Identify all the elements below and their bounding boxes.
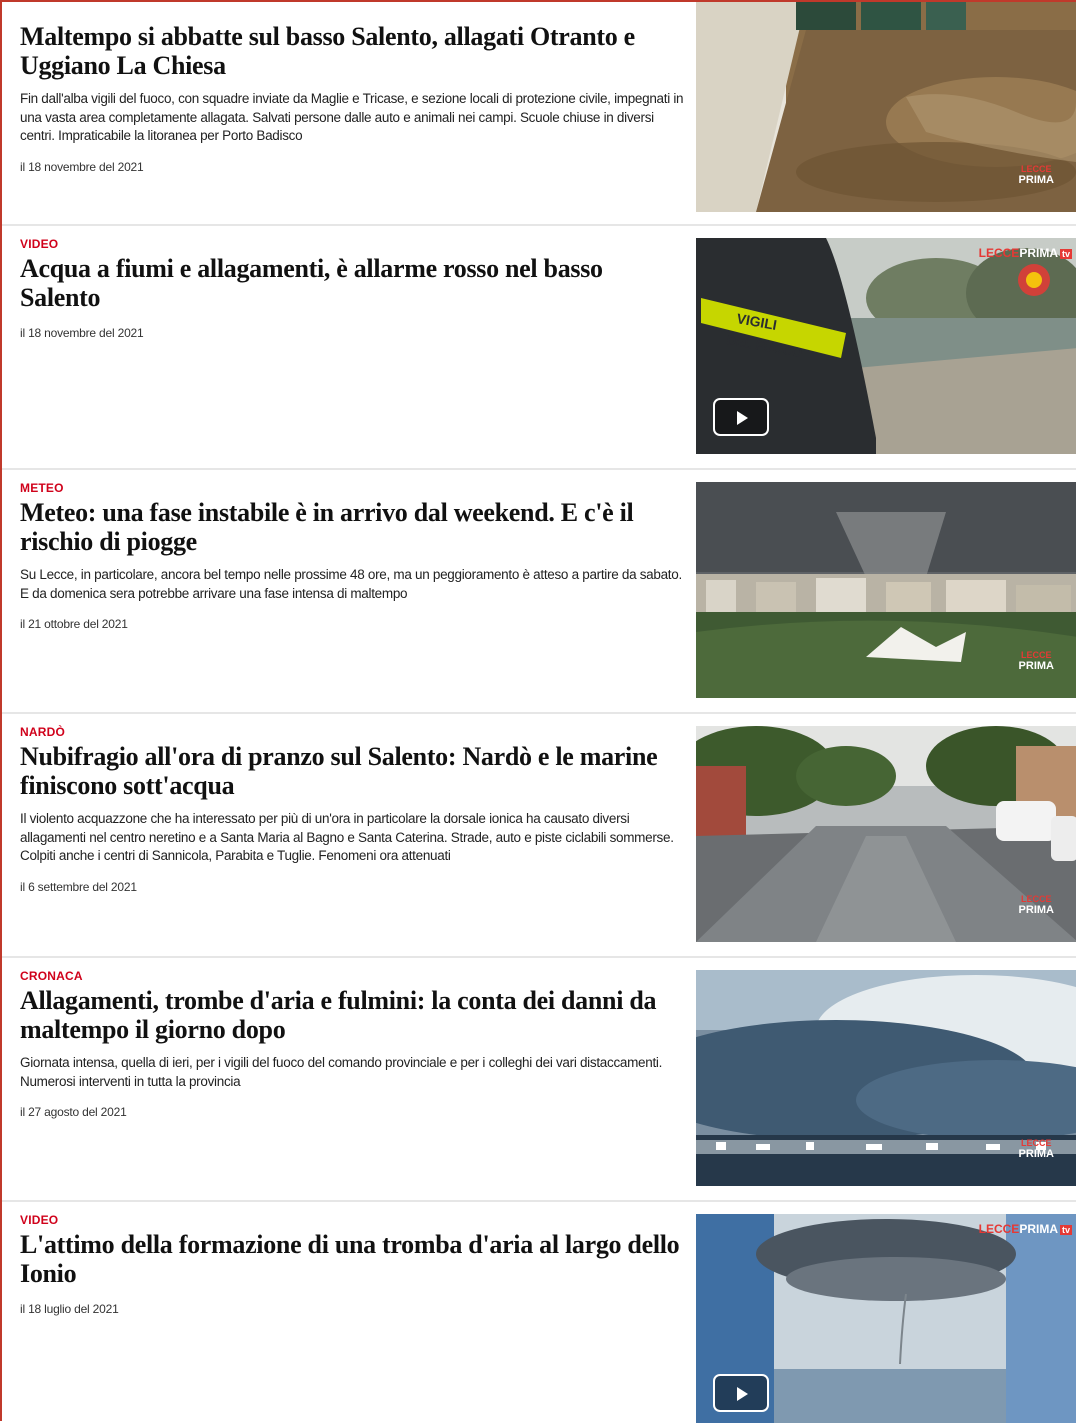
article-summary: Su Lecce, in particolare, ancora bel tem… [20, 567, 682, 601]
article-text: NARDÒ Nubifragio all'ora di pranzo sul S… [20, 724, 685, 894]
watermark-logo: LECCE PRIMA [1018, 164, 1054, 186]
article-text: VIDEO Acqua a fiumi e allagamenti, è all… [20, 236, 685, 340]
article-date: il 27 agosto del 2021 [20, 1105, 127, 1119]
play-icon[interactable] [713, 1374, 769, 1412]
article-date: il 18 novembre del 2021 [20, 159, 144, 174]
article-category[interactable]: VIDEO [20, 1212, 685, 1228]
article-thumbnail[interactable]: LECCE PRIMA [696, 970, 1076, 1186]
article-date: il 6 settembre del 2021 [20, 879, 137, 894]
article-thumbnail[interactable]: VIGILI DEL FUOCO LECCEPRIMA tv [696, 238, 1076, 454]
article-headline[interactable]: Acqua a fiumi e allagamenti, è allarme r… [20, 254, 685, 312]
article-category[interactable]: NARDÒ [20, 724, 685, 740]
watermark-logo: LECCE PRIMA [1018, 894, 1054, 916]
article-category[interactable]: METEO [20, 480, 685, 496]
article-text: Maltempo si abbatte sul basso Salento, a… [20, 20, 685, 174]
article-headline[interactable]: Nubifragio all'ora di pranzo sul Salento… [20, 742, 685, 800]
news-list: Maltempo si abbatte sul basso Salento, a… [0, 0, 1076, 1423]
article-thumbnail[interactable]: LECCE PRIMA [696, 726, 1076, 942]
article-item: CRONACA Allagamenti, trombe d'aria e ful… [2, 958, 1076, 1202]
article-headline[interactable]: Allagamenti, trombe d'aria e fulmini: la… [20, 986, 685, 1044]
article-thumbnail[interactable]: LECCE PRIMA [696, 482, 1076, 698]
article-headline[interactable]: L'attimo della formazione di una tromba … [20, 1230, 685, 1288]
article-category[interactable]: CRONACA [20, 968, 685, 984]
article-thumbnail[interactable]: LECCE PRIMA [696, 2, 1076, 212]
article-item: VIDEO L'attimo della formazione di una t… [2, 1202, 1076, 1423]
article-summary: Il violento acquazzone che ha interessat… [20, 811, 674, 863]
article-category[interactable]: VIDEO [20, 236, 685, 252]
leccepriama-tv-logo: LECCEPRIMA tv [978, 246, 1072, 260]
article-summary: Fin dall'alba vigili del fuoco, con squa… [20, 91, 684, 143]
article-text: VIDEO L'attimo della formazione di una t… [20, 1212, 685, 1316]
article-item: Maltempo si abbatte sul basso Salento, a… [2, 2, 1076, 245]
leccepriama-tv-logo: LECCEPRIMA tv [978, 1222, 1072, 1236]
article-item: NARDÒ Nubifragio all'ora di pranzo sul S… [2, 714, 1076, 958]
watermark-logo: LECCE PRIMA [1018, 1138, 1054, 1160]
article-date: il 21 ottobre del 2021 [20, 617, 128, 631]
article-date: il 18 luglio del 2021 [20, 1302, 119, 1316]
article-item: VIDEO Acqua a fiumi e allagamenti, è all… [2, 226, 1076, 470]
article-thumbnail[interactable]: LECCEPRIMA tv [696, 1214, 1076, 1423]
article-item: METEO Meteo: una fase instabile è in arr… [2, 470, 1076, 714]
watermark-logo: LECCE PRIMA [1018, 650, 1054, 672]
article-date: il 18 novembre del 2021 [20, 326, 144, 340]
article-text: CRONACA Allagamenti, trombe d'aria e ful… [20, 968, 685, 1119]
article-headline[interactable]: Meteo: una fase instabile è in arrivo da… [20, 498, 685, 556]
article-text: METEO Meteo: una fase instabile è in arr… [20, 480, 685, 631]
article-summary: Giornata intensa, quella di ieri, per i … [20, 1055, 663, 1089]
article-headline[interactable]: Maltempo si abbatte sul basso Salento, a… [20, 22, 685, 80]
play-icon[interactable] [713, 398, 769, 436]
